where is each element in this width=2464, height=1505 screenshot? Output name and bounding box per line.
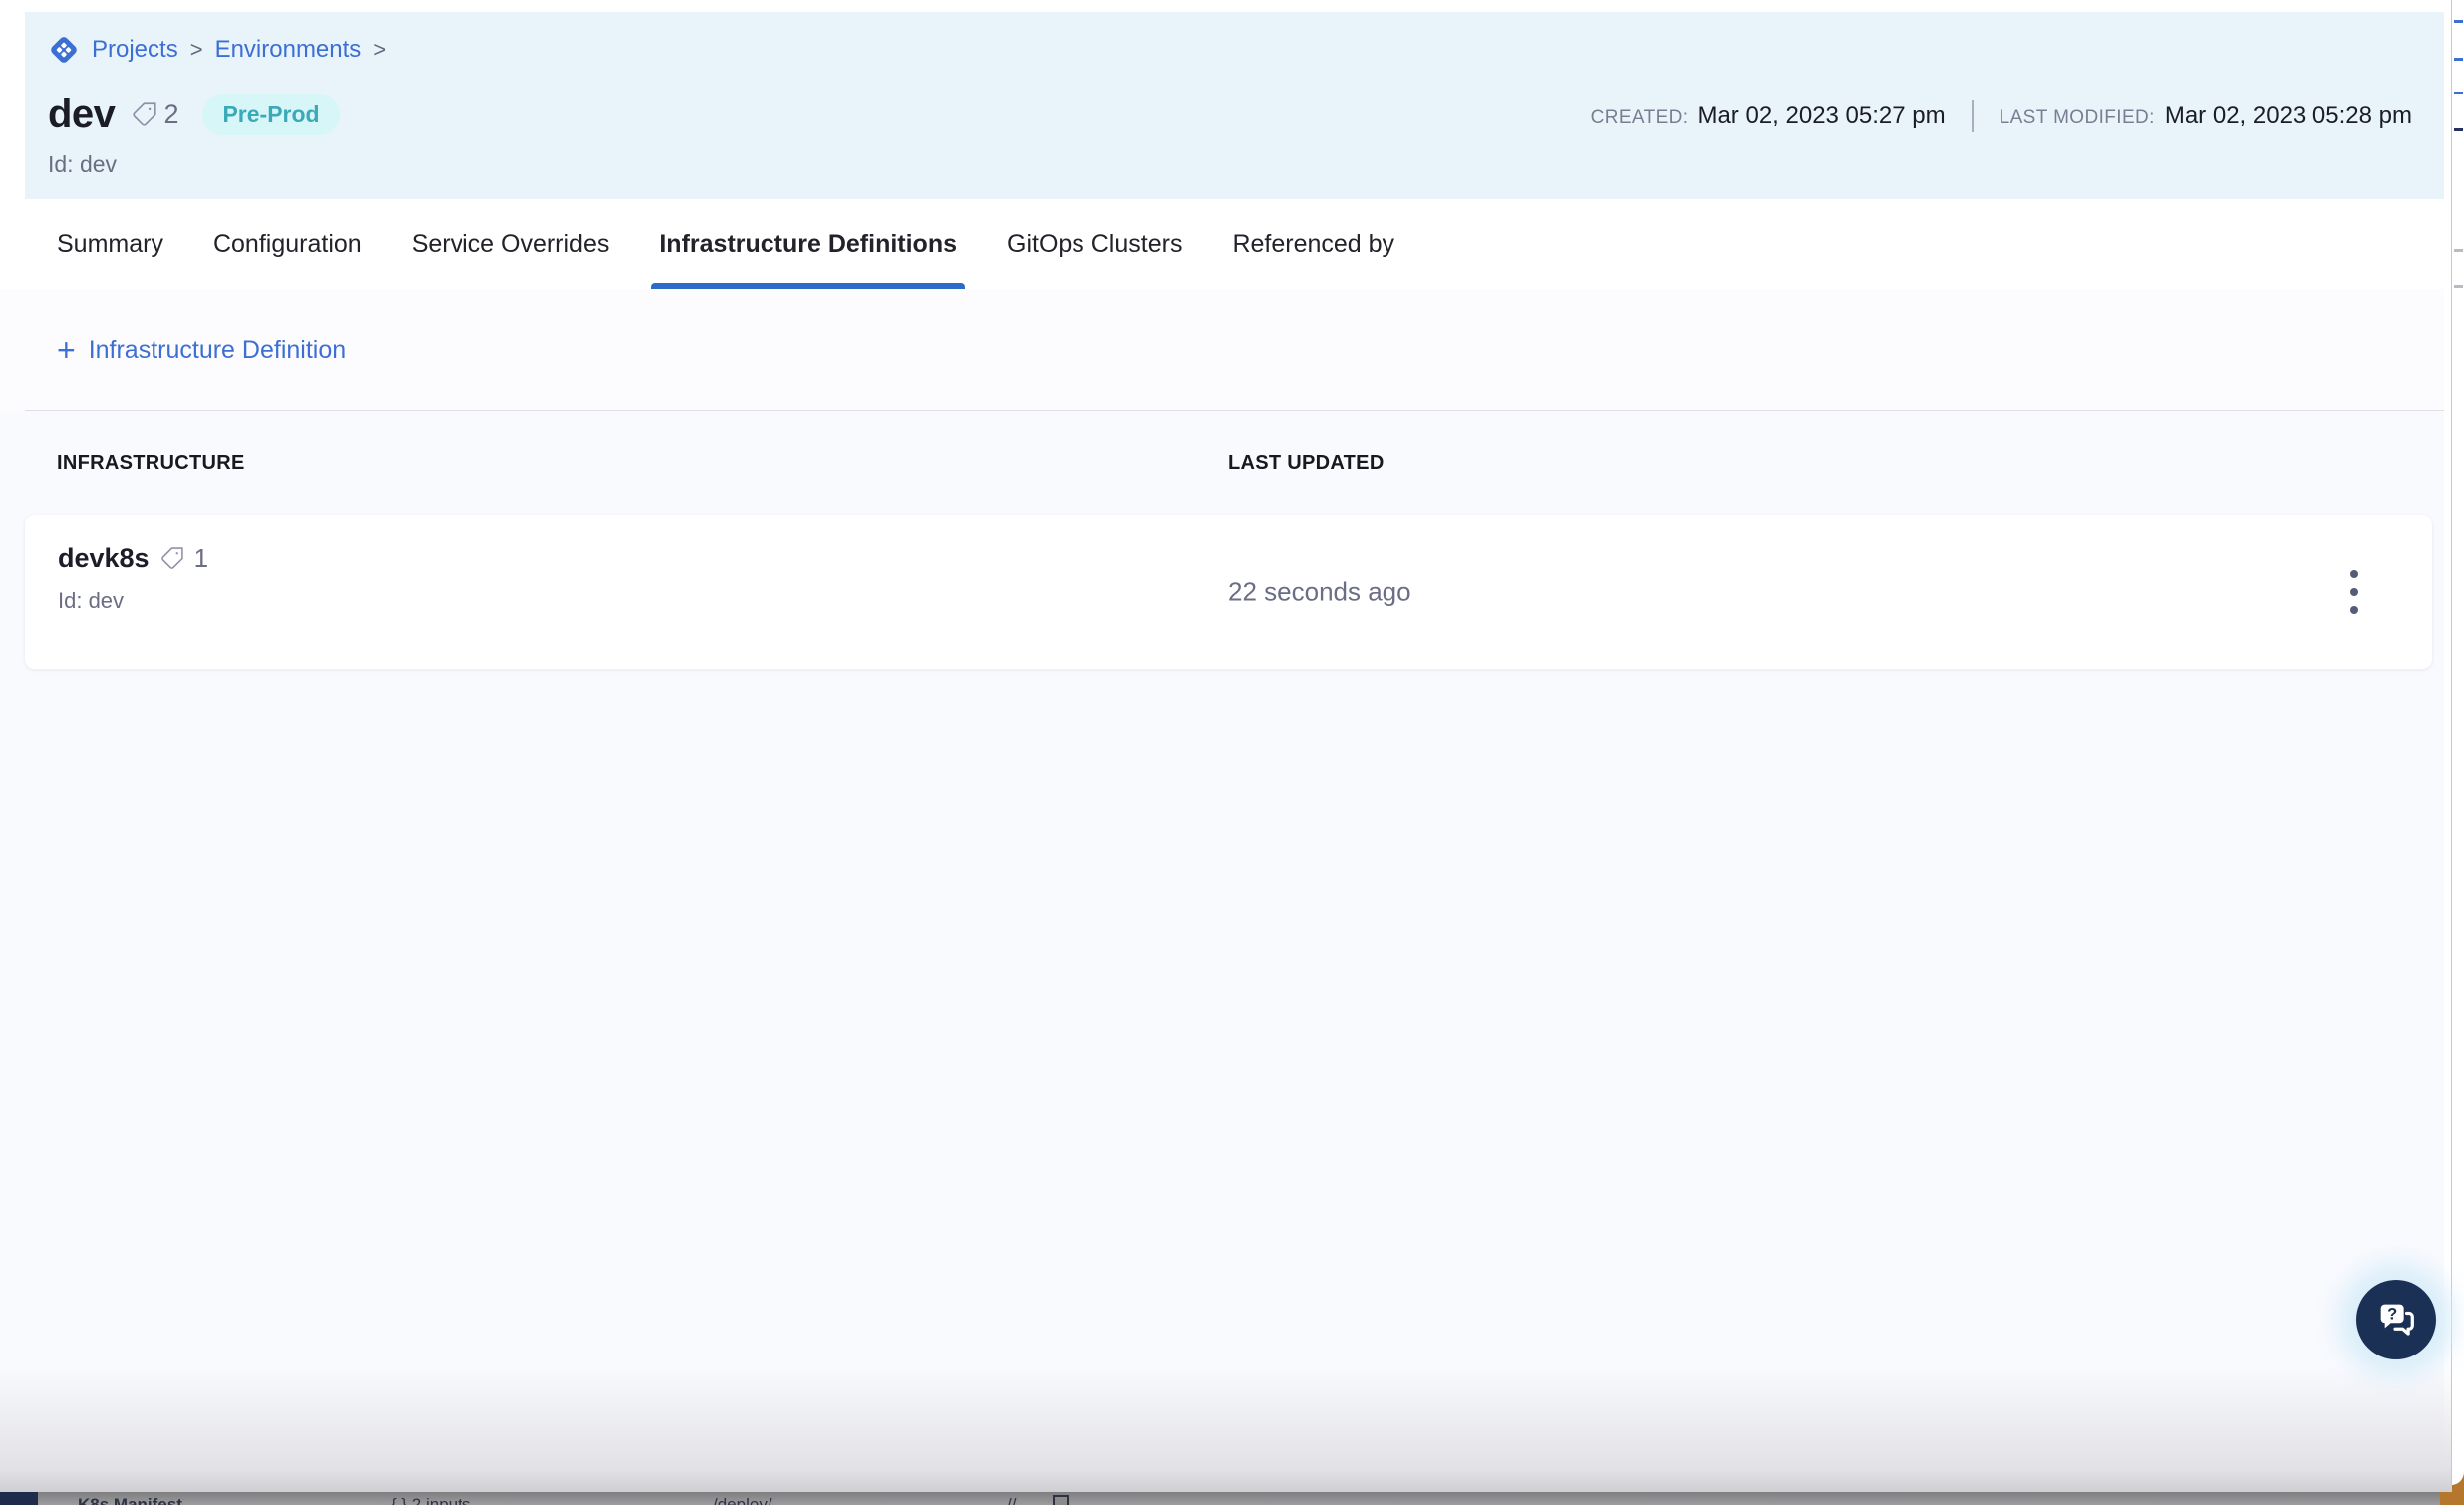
help-chat-button[interactable]: ? xyxy=(2356,1280,2436,1359)
page-header: Projects > Environments > dev 2 Pre-Prod… xyxy=(25,12,2444,199)
created-value: Mar 02, 2023 05:27 pm xyxy=(1697,102,1945,130)
window-edge-artifact xyxy=(2454,92,2463,94)
tab-summary[interactable]: Summary xyxy=(57,199,163,289)
add-infrastructure-definition-label: Infrastructure Definition xyxy=(89,336,346,365)
column-header-infrastructure: INFRASTRUCTURE xyxy=(57,452,1228,475)
tag-icon xyxy=(159,546,184,571)
project-icon xyxy=(48,34,80,66)
tab-gitops-clusters[interactable]: GitOps Clusters xyxy=(1007,199,1182,289)
infrastructure-name: devk8s xyxy=(58,543,150,574)
modified-timestamp: LAST MODIFIED: Mar 02, 2023 05:28 pm xyxy=(2000,102,2412,130)
table-header-row: INFRASTRUCTURE LAST UPDATED xyxy=(0,411,2444,475)
add-infrastructure-definition-button[interactable]: + Infrastructure Definition xyxy=(57,336,346,365)
created-timestamp: CREATED: Mar 02, 2023 05:27 pm xyxy=(1591,102,1946,130)
breadcrumb-separator: > xyxy=(190,37,203,63)
column-header-last-updated: LAST UPDATED xyxy=(1228,452,1385,475)
environment-type-badge: Pre-Prod xyxy=(202,94,339,135)
tab-infrastructure-definitions[interactable]: Infrastructure Definitions xyxy=(659,199,957,289)
infrastructure-table: INFRASTRUCTURE LAST UPDATED devk8s 1 Id:… xyxy=(0,411,2444,1492)
document-icon xyxy=(1053,1495,1069,1505)
background-text-fragment: { } 2 inputs xyxy=(391,1495,470,1505)
tab-referenced-by[interactable]: Referenced by xyxy=(1232,199,1394,289)
environment-id: Id: dev xyxy=(48,151,2444,178)
window-edge-artifact xyxy=(2454,128,2463,131)
breadcrumb-separator: > xyxy=(373,37,386,63)
tab-configuration[interactable]: Configuration xyxy=(213,199,362,289)
breadcrumb: Projects > Environments > xyxy=(48,34,2444,66)
environment-tags[interactable]: 2 xyxy=(131,99,178,130)
plus-icon: + xyxy=(57,338,76,363)
background-window-strip: K8s Manifest { } 2 inputs /deploy/ // xyxy=(0,1492,2440,1505)
infrastructure-id: Id: dev xyxy=(58,588,208,614)
timestamp-divider xyxy=(1972,100,1974,132)
breadcrumb-environments-link[interactable]: Environments xyxy=(215,36,362,64)
infrastructure-name-cell: devk8s 1 Id: dev xyxy=(58,543,208,614)
page-title: dev xyxy=(48,90,115,138)
window-edge-artifact xyxy=(2454,20,2463,23)
toolbar: + Infrastructure Definition xyxy=(0,289,2444,411)
timestamps: CREATED: Mar 02, 2023 05:27 pm LAST MODI… xyxy=(1591,100,2412,132)
tab-service-overrides[interactable]: Service Overrides xyxy=(412,199,610,289)
background-sidebar-sliver xyxy=(0,1492,38,1505)
svg-text:?: ? xyxy=(2387,1305,2397,1323)
background-text-fragment: // xyxy=(1007,1495,1016,1505)
window-edge-artifact xyxy=(2454,249,2463,252)
kebab-icon xyxy=(2350,570,2358,578)
window-edge-strip xyxy=(2451,0,2464,1485)
tag-count: 2 xyxy=(163,99,178,130)
background-text-fragment: /deploy/ xyxy=(713,1495,772,1505)
modified-value: Mar 02, 2023 05:28 pm xyxy=(2165,102,2412,130)
window-edge-artifact xyxy=(2454,285,2463,288)
background-text-fragment: K8s Manifest xyxy=(78,1495,182,1505)
tag-icon xyxy=(131,101,157,128)
table-row[interactable]: devk8s 1 Id: dev 22 seconds ago xyxy=(25,515,2432,669)
tab-bar: Summary Configuration Service Overrides … xyxy=(0,199,2444,289)
row-options-menu-button[interactable] xyxy=(2330,557,2378,627)
modified-label: LAST MODIFIED: xyxy=(2000,107,2155,129)
created-label: CREATED: xyxy=(1591,107,1689,129)
chat-question-icon: ? xyxy=(2373,1297,2419,1343)
window-edge-artifact xyxy=(2454,58,2463,61)
row-tag-count: 1 xyxy=(194,543,208,574)
last-updated-value: 22 seconds ago xyxy=(1228,577,1411,608)
environment-details-page: Projects > Environments > dev 2 Pre-Prod… xyxy=(0,0,2444,1492)
breadcrumb-projects-link[interactable]: Projects xyxy=(92,36,178,64)
